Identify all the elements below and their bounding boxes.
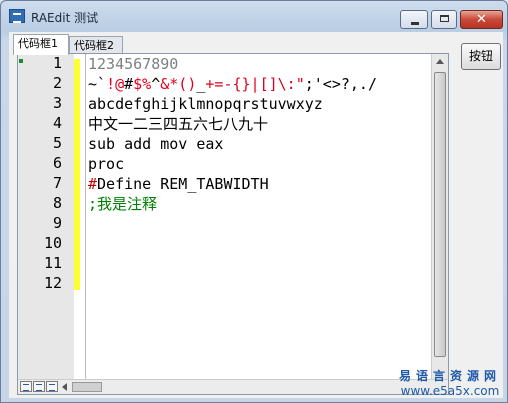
line-number: 10 (43, 234, 62, 252)
action-button[interactable]: 按钮 (461, 43, 501, 70)
line-number: 2 (52, 74, 62, 92)
close-icon: ✕ (476, 12, 487, 27)
app-icon (9, 9, 25, 23)
code-token: ^ (151, 75, 161, 93)
line-number: 3 (52, 94, 62, 112)
scroll-up-arrow-icon[interactable] (436, 59, 444, 64)
gutter-separator (85, 54, 86, 379)
code-line: #Define REM_TABWIDTH (88, 174, 269, 194)
watermark-chinese: 易语言资源网 (398, 369, 501, 383)
title-bar[interactable]: RAEdit 测试 ✕ (1, 1, 507, 33)
tab-code-box-2[interactable]: 代码框2 (69, 36, 123, 54)
view-mode-2-icon[interactable] (33, 381, 45, 392)
code-token: Define REM_TABWIDTH (97, 175, 269, 193)
window-title: RAEdit 测试 (31, 11, 99, 25)
code-token: ;我是注释 (88, 195, 158, 213)
code-line: 中文一二三四五六七八九十 (88, 114, 268, 134)
vertical-scrollbar[interactable] (431, 54, 448, 379)
horizontal-scrollbar[interactable] (18, 379, 448, 394)
code-token: # (124, 75, 134, 93)
code-line: ;我是注释 (88, 194, 157, 214)
code-token: +=-{}|[]\:" (205, 75, 305, 93)
code-token: &*() (160, 75, 197, 93)
watermark-url: www.e5a5x.com (400, 384, 500, 398)
view-mode-3-icon[interactable] (46, 381, 58, 392)
bookmark-bar (74, 59, 80, 290)
horizontal-scroll-thumb[interactable] (72, 382, 102, 392)
line-number: 7 (52, 174, 62, 192)
watermark: 易语言资源网 www.e5a5x.com (399, 367, 501, 398)
minimize-button[interactable] (400, 10, 428, 29)
view-mode-1-icon[interactable] (20, 381, 32, 392)
code-text-area[interactable]: 1234567890 ~`!@#$%^&*()_+=-{}|[]\:";'<>?,… (88, 54, 428, 379)
bookmark-marker (19, 59, 23, 63)
line-number: 6 (52, 154, 62, 172)
maximize-icon (440, 15, 449, 22)
line-number: 4 (52, 114, 62, 132)
code-token: sub add mov eax (88, 135, 224, 153)
tab-code-box-1[interactable]: 代码框1 (13, 34, 69, 55)
main-window: RAEdit 测试 ✕ 代码框1 代码框2 1 2 3 4 5 6 7 8 9 10 11 12 12… (0, 0, 508, 403)
code-token: abcdefghijklmnopqrstuvwxyz (88, 95, 323, 113)
code-token: $% (133, 75, 152, 93)
line-number: 9 (52, 214, 62, 232)
scroll-left-arrow-icon[interactable] (62, 383, 67, 391)
client-area: 代码框1 代码框2 1 2 3 4 5 6 7 8 9 10 11 12 1234567890 ~`!@… (9, 32, 503, 398)
code-token: !@ (106, 75, 125, 93)
code-token: # (88, 175, 98, 193)
code-editor[interactable]: 1 2 3 4 5 6 7 8 9 10 11 12 1234567890 ~`!@#$%^&*()_+… (17, 53, 449, 395)
line-number: 8 (52, 194, 62, 212)
line-number: 1 (52, 54, 62, 72)
code-line: abcdefghijklmnopqrstuvwxyz (88, 94, 323, 114)
line-number: 5 (52, 134, 62, 152)
minimize-icon (411, 22, 419, 25)
code-token: ~` (88, 75, 107, 93)
line-number: 12 (43, 274, 62, 292)
code-line: ~`!@#$%^&*()_+=-{}|[]\:";'<>?,./ (88, 74, 377, 94)
code-token: 中文一二三四五六七八九十 (88, 115, 269, 133)
close-button[interactable]: ✕ (460, 10, 503, 29)
code-token: ;'<>?,./ (304, 75, 377, 93)
code-line: proc (88, 154, 124, 174)
line-number: 11 (43, 254, 62, 272)
line-number-gutter: 1 2 3 4 5 6 7 8 9 10 11 12 (18, 54, 74, 379)
code-token: proc (88, 155, 125, 173)
code-line: 1234567890 (88, 54, 178, 74)
code-line: sub add mov eax (88, 134, 223, 154)
code-token: 1234567890 (88, 55, 179, 73)
maximize-button[interactable] (431, 10, 457, 29)
vertical-scroll-thumb[interactable] (434, 72, 446, 357)
